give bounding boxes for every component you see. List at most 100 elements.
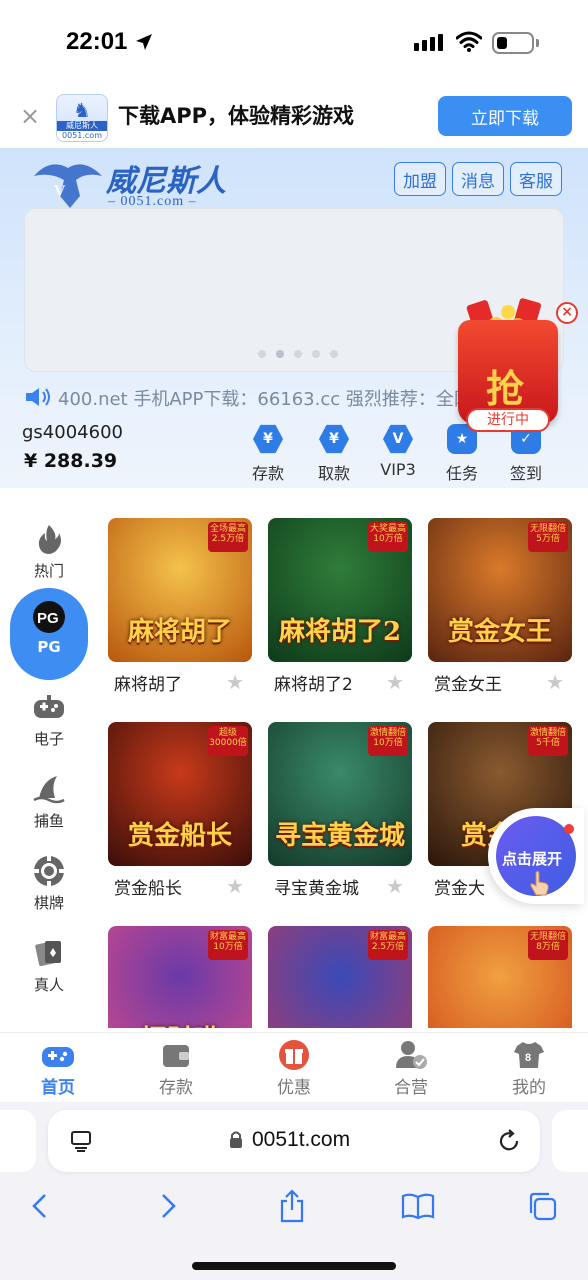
multiplier-badge: 超级30000倍: [208, 726, 248, 756]
cellular-signal-icon: [414, 34, 443, 51]
partner-icon: [394, 1039, 428, 1071]
sidebar-item-label: 捕鱼: [33, 812, 64, 830]
close-icon[interactable]: ×: [20, 102, 40, 130]
sidebar-item-shark-fin[interactable]: 捕鱼: [10, 760, 88, 838]
location-arrow-icon: [136, 34, 152, 50]
back-button[interactable]: [18, 1184, 62, 1228]
app-logo: ♞ 威尼斯人 0051.com: [56, 94, 108, 142]
category-sidebar: 热门 PG PG 电子捕鱼棋牌 真人: [0, 500, 98, 1028]
quick-action-deposit[interactable]: ¥ 存款: [238, 424, 298, 484]
game-thumbnail[interactable]: 财富最高2.5万倍: [268, 926, 412, 1028]
tab-wallet[interactable]: 存款: [126, 1039, 226, 1098]
book-icon: [401, 1193, 435, 1220]
tab-jersey[interactable]: 8 我的: [479, 1039, 579, 1098]
share-icon: [280, 1189, 304, 1223]
game-card[interactable]: 激情翻倍10万倍寻宝黄金城 寻宝黄金城 ★: [268, 722, 412, 899]
download-now-button[interactable]: 立即下载: [438, 96, 572, 136]
tabs-button[interactable]: [520, 1184, 564, 1228]
address-bar[interactable]: 0051t.com: [48, 1110, 540, 1172]
tab-partner[interactable]: 合营: [361, 1039, 461, 1098]
game-thumbnail[interactable]: 无限翻倍5万倍赏金女王: [428, 518, 572, 662]
wallet-icon: [159, 1039, 193, 1071]
browser-address-area: 0051t.com: [0, 1102, 588, 1182]
username: gs4004600: [22, 422, 123, 443]
sidebar-item-cards[interactable]: 真人: [10, 924, 88, 1002]
quick-action-vip[interactable]: V VIP3: [368, 424, 428, 484]
wifi-icon: [456, 31, 482, 52]
quick-action-withdraw[interactable]: ¥ 取款: [304, 424, 364, 484]
winged-lion-icon: V: [34, 164, 102, 208]
chevron-right-icon: [162, 1194, 176, 1218]
next-tab[interactable]: [552, 1110, 588, 1172]
sidebar-item-flame[interactable]: 热门: [10, 510, 88, 588]
brand-logo[interactable]: V 威尼斯人 – 0051.com –: [30, 156, 230, 212]
close-icon[interactable]: ×: [556, 302, 578, 324]
red-envelope-promo[interactable]: 抢 进行中 ×: [452, 286, 578, 434]
flame-icon: [32, 522, 66, 556]
previous-tab[interactable]: [0, 1110, 36, 1172]
notification-dot: [564, 824, 574, 834]
favorite-star-icon[interactable]: ★: [386, 874, 404, 898]
lock-icon: [230, 1131, 242, 1148]
game-card[interactable]: 全场最高2.5万倍 麻将胡了 麻将胡了 ★: [108, 518, 252, 695]
game-name: 赏金大: [434, 879, 485, 899]
game-thumbnail[interactable]: 全场最高2.5万倍 麻将胡了: [108, 518, 252, 662]
tab-gift[interactable]: 优惠: [244, 1039, 344, 1098]
bookmarks-button[interactable]: [396, 1184, 440, 1228]
reload-icon[interactable]: [496, 1128, 522, 1154]
sidebar-item-pg-logo[interactable]: PG PG: [10, 588, 88, 680]
status-badge: 进行中: [466, 408, 550, 432]
multiplier-badge: 大奖最高10万倍: [368, 522, 408, 552]
game-card[interactable]: 无限翻倍8万倍: [428, 926, 572, 1028]
page: 22:01 × ♞ 威尼斯人 0051.com 下载APP，体验精彩游戏 立即下…: [0, 0, 588, 1280]
game-thumbnail[interactable]: 超级30000倍 赏金船长: [108, 722, 252, 866]
game-thumbnail[interactable]: 财富最高10万倍招财喵: [108, 926, 252, 1028]
game-card[interactable]: 无限翻倍5万倍赏金女王 赏金女王 ★: [428, 518, 572, 695]
expand-button[interactable]: 点击展开: [488, 808, 584, 904]
favorite-star-icon[interactable]: ★: [226, 670, 244, 694]
game-card[interactable]: 超级30000倍 赏金船长 赏金船长 ★: [108, 722, 252, 899]
favorite-star-icon[interactable]: ★: [226, 874, 244, 898]
game-thumbnail[interactable]: 无限翻倍8万倍: [428, 926, 572, 1028]
notice-marquee[interactable]: 400.net 手机APP下载：66163.cc 强烈推荐：全网: [24, 384, 474, 410]
forward-button[interactable]: [146, 1184, 190, 1228]
game-thumbnail[interactable]: 激情翻倍10万倍寻宝黄金城: [268, 722, 412, 866]
tab-gamepad[interactable]: 首页: [8, 1039, 108, 1098]
game-card[interactable]: 大奖最高10万倍麻将胡了2 麻将胡了2 ★: [268, 518, 412, 695]
deposit-icon: ¥: [253, 424, 283, 454]
gift-icon: [277, 1039, 311, 1071]
game-thumbnail-title: 赏金女王: [447, 617, 552, 647]
game-thumbnail-title: 麻将胡了2: [278, 617, 402, 647]
quick-action-label: 取款: [317, 464, 350, 483]
game-thumbnail[interactable]: 大奖最高10万倍麻将胡了2: [268, 518, 412, 662]
multiplier-badge: 激情翻倍10万倍: [368, 726, 408, 756]
join-button[interactable]: 加盟: [394, 162, 446, 196]
chevron-left-icon: [32, 1194, 46, 1218]
expand-label: 点击展开: [502, 850, 563, 868]
tab-label: 我的: [512, 1078, 546, 1098]
support-button[interactable]: 客服: [510, 162, 562, 196]
sidebar-item-label: 热门: [33, 562, 64, 580]
quick-action-label: 任务: [445, 464, 478, 483]
quick-action-label: 签到: [509, 464, 542, 483]
page-settings-icon[interactable]: [70, 1130, 92, 1152]
game-thumbnail-title: 招财喵: [108, 1019, 252, 1028]
cards-icon: [32, 936, 66, 970]
game-thumbnail-title: 寻宝黄金城: [274, 821, 405, 851]
tab-label: 存款: [159, 1078, 193, 1098]
sidebar-item-gamepad[interactable]: 电子: [10, 678, 88, 756]
messages-button[interactable]: 消息: [452, 162, 504, 196]
notice-text: 400.net 手机APP下载：66163.cc 强烈推荐：全网: [58, 389, 472, 410]
sidebar-item-label: PG: [37, 638, 61, 656]
game-card[interactable]: 财富最高2.5万倍: [268, 926, 412, 1028]
gamepad-icon: [32, 690, 66, 724]
gamepad-icon: [41, 1039, 75, 1071]
favorite-star-icon[interactable]: ★: [546, 670, 564, 694]
sidebar-item-poker-chip[interactable]: 棋牌: [10, 842, 88, 920]
share-button[interactable]: [270, 1184, 314, 1228]
speaker-icon: [26, 388, 50, 406]
favorite-star-icon[interactable]: ★: [386, 670, 404, 694]
multiplier-badge: 无限翻倍5万倍: [528, 522, 568, 552]
game-card[interactable]: 财富最高10万倍招财喵: [108, 926, 252, 1028]
app-download-banner: × ♞ 威尼斯人 0051.com 下载APP，体验精彩游戏 立即下载: [0, 86, 588, 148]
